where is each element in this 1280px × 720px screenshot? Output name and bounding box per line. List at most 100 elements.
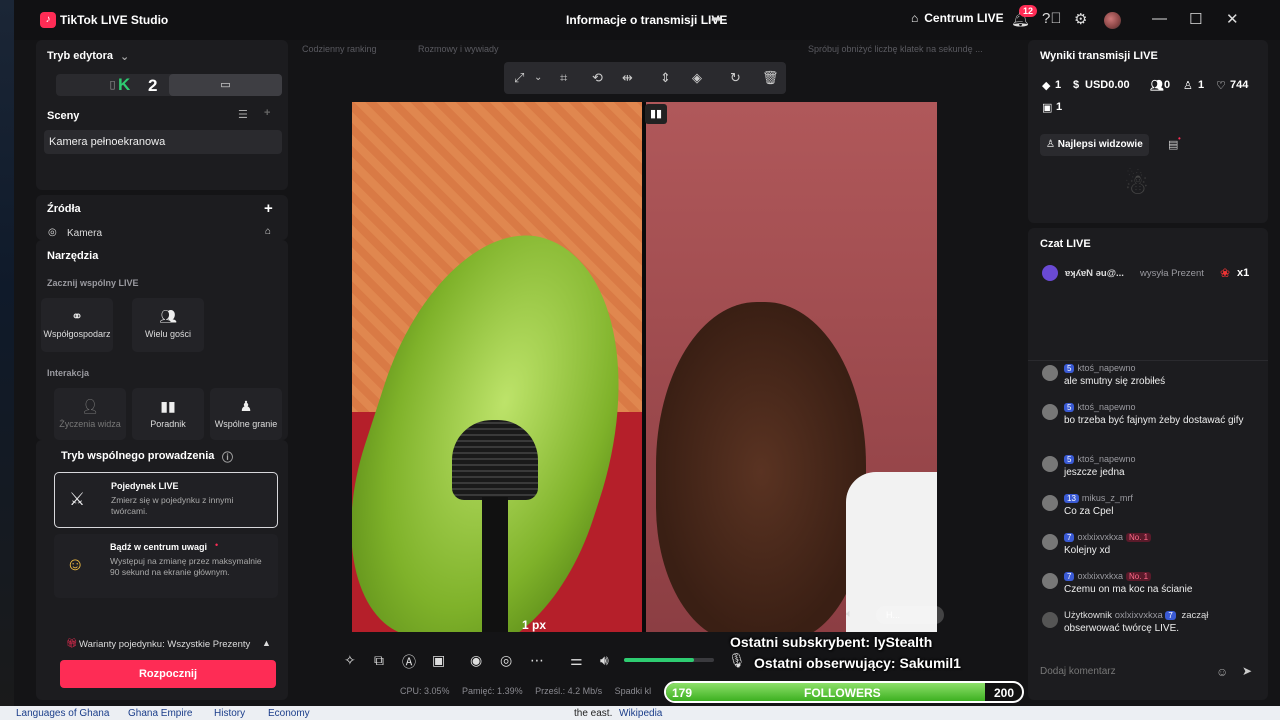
editor-mode-label[interactable]: Tryb edytora (47, 50, 113, 62)
status-line: CPU: 3.05% Pamięć: 1.39% Prześl.: 4.2 Mb… (400, 686, 661, 696)
spotlight-icon: ☺ (66, 554, 85, 574)
gift-user[interactable]: ɐʞʎɐN ǝu@... (1065, 268, 1124, 279)
variants-label[interactable]: Warianty pojedynku: Wszystkie Prezenty (79, 639, 250, 650)
crop-icon[interactable]: ⌗ (560, 70, 567, 86)
minimize-icon[interactable]: — (1152, 10, 1167, 27)
stream-preview[interactable] (352, 102, 937, 632)
duel-option[interactable]: ⚔ Pojedynek LIVE Zmierz się w pojedynku … (54, 472, 278, 528)
rotate-icon[interactable]: ⟲ (592, 70, 603, 86)
volume-slider[interactable] (624, 658, 714, 662)
avatar (1042, 365, 1058, 381)
heart-icon: ♡ (1216, 80, 1226, 92)
tiktok-logo-icon: ♪ (40, 12, 56, 28)
scene-item[interactable]: Kamera pełnoekranowa (44, 130, 282, 154)
add-scene-icon[interactable]: + (264, 107, 270, 119)
scenes-title: Sceny (47, 110, 80, 122)
target-icon[interactable]: ◎ (500, 652, 512, 669)
align-center-icon[interactable]: ⇕ (660, 70, 671, 86)
microphone-icon[interactable]: 🎙︎ (728, 652, 746, 669)
tools-card: Narzędzia Zacznij wspólny LIVE ⚭ Współgo… (36, 240, 288, 440)
screen-add-icon[interactable]: ⧉ (374, 652, 384, 669)
spotlight-option[interactable]: ☺ Bądź w centrum uwagi • Występuj na zmi… (54, 534, 278, 598)
chat-author[interactable]: ktoś_napewno (1077, 363, 1135, 373)
chat-author[interactable]: oxlxixvxkxa (1077, 571, 1123, 581)
chevron-down-icon[interactable]: ⌄ (120, 50, 129, 63)
list-icon[interactable]: ▤ (1168, 138, 1178, 151)
share-icon[interactable]: ➦ (711, 11, 722, 27)
trash-icon[interactable]: 🗑︎ (762, 70, 779, 86)
landscape-mode-option[interactable]: ▭ (169, 74, 282, 96)
chat-text: jeszcze jedna (1064, 467, 1125, 478)
help-icon[interactable]: ⓘ (222, 449, 233, 465)
link-empire[interactable]: Ghana Empire (128, 708, 192, 719)
avatar (1042, 404, 1058, 420)
wishes-button[interactable]: 👤︎ Życzenia widza (54, 388, 126, 440)
ai-icon[interactable]: Ⓐ (402, 652, 416, 672)
top-viewers-button[interactable]: ♙ Najlepsi widzowie (1040, 134, 1149, 156)
more-icon[interactable]: ⋯ (530, 652, 544, 669)
shared-game-label: Wspólne granie (214, 419, 278, 429)
guest-name-badge[interactable]: H... (876, 606, 944, 624)
empty-state-illustration: ☃ (1124, 169, 1150, 200)
chat-author[interactable]: oxlxixvxkxa (1077, 532, 1123, 542)
follow-user[interactable]: oxlxixvxkxa (1115, 610, 1163, 621)
edit-toolbar: ⤢ ⌄ ⌗ ⟲ ⇹ ⇕ ◈ ↻ 🗑︎ (504, 62, 786, 94)
chat-author-line: 7 oxlxixvxkxa No. 1 (1064, 571, 1152, 581)
lock-icon[interactable]: ⌂ (265, 226, 271, 237)
centrum-live-button[interactable]: ⌂ Centrum LIVE (911, 11, 1004, 25)
link-economy[interactable]: Economy (268, 708, 310, 719)
guest-face (656, 302, 866, 632)
link-wikipedia[interactable]: Wikipedia (619, 708, 662, 719)
emoji-icon[interactable]: ☺ (1216, 665, 1228, 679)
avatar[interactable] (1104, 12, 1121, 29)
rank-badge: No. 1 (1125, 572, 1152, 581)
layers-icon[interactable]: ◈ (692, 70, 702, 86)
cohost-button[interactable]: ⚭ Współgospodarz (41, 298, 113, 352)
followers-goal-bar: 179 FOLLOWERS 200 (664, 681, 1024, 703)
media-icon[interactable]: ▣ (432, 652, 445, 669)
gift-icon: ▣ (1042, 102, 1053, 114)
close-icon[interactable]: ✕ (1226, 10, 1239, 28)
chat-text: Kolejny xd (1064, 545, 1111, 556)
last-follower-overlay: Ostatni obserwujący: Sakumil1 (754, 655, 961, 671)
maximize-icon[interactable]: ☐ (1189, 10, 1202, 28)
guide-button[interactable]: ▮▮ Poradnik (132, 388, 204, 440)
chat-author[interactable]: ktoś_napewno (1077, 454, 1135, 464)
spotlight-title: Bądź w centrum uwagi (110, 542, 208, 552)
speaker-muted-icon[interactable]: 🔈︎ (846, 608, 853, 621)
link-icon: ⚭ (71, 308, 83, 324)
reset-icon[interactable]: ↻ (730, 70, 741, 86)
chat-author-line: 5 ktoś_napewno (1064, 402, 1136, 412)
chat-author[interactable]: mikus_z_mrf (1082, 493, 1133, 503)
new-dot-icon: • (1178, 134, 1181, 143)
level-badge: 7 (1064, 572, 1075, 581)
source-item[interactable]: Kamera (67, 228, 102, 239)
magic-wand-icon[interactable]: ✧ (344, 652, 356, 669)
flip-horizontal-icon[interactable]: ⇹ (622, 70, 633, 86)
hint-ranking: Codzienny ranking (302, 44, 377, 54)
add-source-icon[interactable]: + (264, 200, 273, 217)
link-languages[interactable]: Languages of Ghana (16, 708, 109, 719)
tools-title: Narzędzia (47, 250, 99, 262)
list-icon[interactable]: ☰ (238, 108, 248, 121)
send-icon[interactable]: ➤ (1242, 664, 1252, 678)
chevron-down-icon[interactable]: ⌄ (534, 72, 542, 83)
settings-sliders-icon[interactable]: ⚌ (570, 652, 583, 669)
guests-button[interactable]: 👥︎ Wielu gości (132, 298, 204, 352)
viewers-value: 0 (1164, 79, 1171, 91)
collab-mode-title: Tryb wspólnego prowadzenia (61, 450, 215, 462)
gift-text: wysyła Prezent (1140, 268, 1204, 279)
volume-icon[interactable]: 🔊︎ (600, 652, 609, 669)
help-icon[interactable]: ?⃝ (1042, 10, 1062, 27)
avatar (1042, 495, 1058, 511)
chevron-up-icon[interactable]: ▲ (262, 638, 271, 648)
link-history[interactable]: History (214, 708, 245, 719)
record-icon[interactable]: ◉ (470, 652, 482, 669)
shared-game-button[interactable]: ♟ Wspólne granie (210, 388, 282, 440)
chat-author[interactable]: ktoś_napewno (1077, 402, 1135, 412)
live-info-button[interactable]: Informacje o transmisji LIVE (566, 13, 727, 27)
fit-icon[interactable]: ⤢ (514, 70, 524, 86)
start-button[interactable]: Rozpocznij (60, 660, 276, 688)
layout-mode-toggle[interactable]: ▯ ▭ K 2 (56, 74, 282, 96)
gear-icon[interactable]: ⚙ (1074, 10, 1087, 28)
